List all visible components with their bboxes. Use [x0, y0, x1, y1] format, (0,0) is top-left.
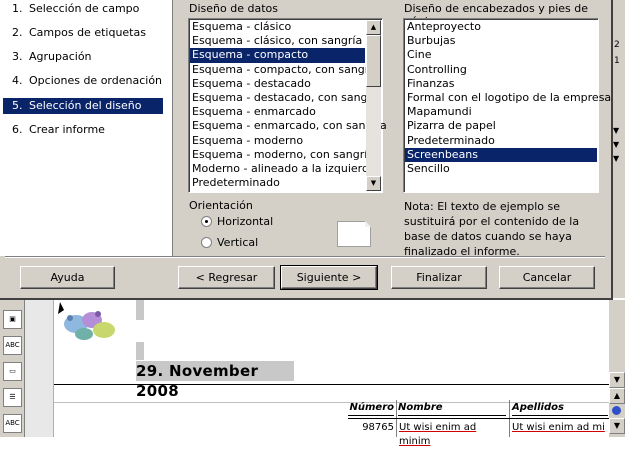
- step-label: Agrupación: [29, 50, 92, 63]
- data-layout-label: Diseño de datos: [189, 2, 278, 15]
- step-label: Opciones de ordenación: [29, 74, 163, 87]
- screenbeans-logo: [58, 302, 115, 340]
- orientation-horizontal-label[interactable]: Horizontal: [217, 215, 273, 228]
- chevron-down-icon[interactable]: ▼: [613, 154, 619, 163]
- list-control-icon[interactable]: ☰: [3, 388, 22, 407]
- data-layout-listbox[interactable]: Esquema - clásico Esquema - clásico, con…: [188, 18, 387, 193]
- list-item[interactable]: Pizarra de papel: [405, 119, 597, 133]
- section-marker: [136, 300, 144, 320]
- orientation-vertical-radio[interactable]: [201, 237, 212, 248]
- row-divider: [348, 418, 610, 419]
- wizard-step-2[interactable]: 2. Campos de etiquetas: [3, 25, 163, 41]
- orientation-horizontal-radio[interactable]: [201, 216, 212, 227]
- list-item[interactable]: Controlling: [405, 63, 597, 77]
- wizard-step-6[interactable]: 6. Crear informe: [3, 122, 163, 138]
- edge-digit: 1: [614, 56, 620, 66]
- text-field-icon[interactable]: ABC: [3, 414, 22, 433]
- wizard-step-4[interactable]: 4. Opciones de ordenación: [3, 73, 163, 89]
- step-number: 1.: [12, 2, 23, 15]
- cancel-button[interactable]: Cancelar: [499, 266, 595, 289]
- scroll-next-page-icon[interactable]: ▼: [609, 418, 625, 434]
- step-number: 6.: [12, 123, 23, 136]
- list-item[interactable]: Anteproyecto: [405, 20, 597, 34]
- list-item[interactable]: Esquema - clásico: [190, 20, 365, 34]
- step-number: 5.: [12, 99, 23, 112]
- image-control-icon[interactable]: ▣: [3, 310, 22, 329]
- list-item[interactable]: Esquema - enmarcado, con sangría: [190, 119, 387, 133]
- list-item[interactable]: Esquema - compacto, con sangría: [190, 63, 379, 77]
- column-header-nombre: Nombre: [398, 400, 506, 416]
- list-item[interactable]: Esquema - clásico, con sangría: [190, 34, 365, 48]
- list-item[interactable]: Predeterminado: [405, 134, 597, 148]
- scroll-up-arrow-icon[interactable]: ▲: [366, 20, 381, 35]
- wizard-step-1[interactable]: 1. Selección de campo: [3, 1, 163, 17]
- data-layout-scrollbar[interactable]: ▲ ▼: [366, 20, 381, 191]
- step-number: 2.: [12, 26, 23, 39]
- wizard-steps-panel: 1. Selección de campo 2. Campos de etiquet…: [0, 0, 173, 256]
- report-wizard-dialog: 1. Selección de campo 2. Campos de etiquet…: [0, 0, 613, 300]
- step-label: Campos de etiquetas: [29, 26, 146, 39]
- header-layout-items: Anteproyecto Burbujas Cine Controlling F…: [405, 20, 611, 176]
- orientation-label: Orientación: [189, 199, 253, 212]
- navigation-dot-icon[interactable]: [612, 406, 621, 415]
- cell-apellidos: Ut wisi enim ad mi: [512, 422, 605, 433]
- list-item[interactable]: Formal con el logotipo de la empresa: [405, 91, 611, 105]
- step-label: Crear informe: [29, 123, 105, 136]
- label-field-icon[interactable]: ABC: [3, 336, 22, 355]
- list-item-selected[interactable]: Esquema - compacto: [190, 48, 365, 63]
- edge-digit: 2: [614, 40, 620, 50]
- step-label: Selección del diseño: [29, 99, 142, 112]
- list-item-selected[interactable]: Screenbeans: [405, 147, 597, 162]
- wizard-step-3[interactable]: 3. Agrupación: [3, 49, 163, 65]
- list-item[interactable]: Moderno - alineado a la izquierda: [190, 162, 376, 176]
- help-button[interactable]: Ayuda: [20, 266, 115, 289]
- list-item[interactable]: Esquema - moderno, con sangría: [190, 148, 374, 162]
- list-item[interactable]: Esquema - destacado, con sangría: [190, 91, 382, 105]
- divider: [54, 384, 609, 385]
- scroll-down-arrow-icon[interactable]: ▼: [609, 372, 625, 388]
- dialog-separator: [5, 256, 605, 258]
- column-header-numero: Número: [348, 400, 394, 416]
- scroll-down-arrow-icon[interactable]: ▼: [366, 176, 381, 191]
- data-layout-items: Esquema - clásico Esquema - clásico, con…: [190, 20, 387, 190]
- cell-numero: 98765: [362, 422, 394, 433]
- section-marker: [136, 342, 144, 360]
- button-control-icon[interactable]: ▭: [3, 362, 22, 381]
- list-item[interactable]: Finanzas: [405, 77, 597, 91]
- column-header-apellidos: Apellidos: [512, 400, 608, 416]
- list-item[interactable]: Predeterminado: [190, 176, 365, 190]
- finish-button[interactable]: Finalizar: [391, 266, 487, 289]
- list-item[interactable]: Sencillo: [405, 162, 597, 176]
- list-item[interactable]: Esquema - destacado: [190, 77, 365, 91]
- scroll-thumb[interactable]: [366, 35, 381, 87]
- list-item[interactable]: Esquema - moderno: [190, 134, 365, 148]
- scroll-prev-page-icon[interactable]: ▲: [609, 388, 625, 404]
- vertical-scrollbar[interactable]: ▼ ▲ ▼: [609, 300, 625, 437]
- chevron-down-icon[interactable]: ▼: [613, 140, 619, 149]
- wizard-step-5[interactable]: 5. Selección del diseño: [3, 98, 163, 114]
- next-button[interactable]: Siguiente >: [280, 265, 378, 290]
- list-item[interactable]: Cine: [405, 48, 597, 62]
- sample-text-note: Nota: El texto de ejemplo se sustituirá …: [404, 200, 580, 258]
- chevron-down-icon[interactable]: ▼: [613, 126, 619, 135]
- background-window-edge: 2 1 ▼ ▼ ▼: [612, 0, 625, 298]
- header-layout-listbox[interactable]: Anteproyecto Burbujas Cine Controlling F…: [403, 18, 611, 193]
- vertical-ruler: [25, 300, 54, 437]
- back-button[interactable]: < Regresar: [178, 266, 275, 289]
- orientation-vertical-label[interactable]: Vertical: [217, 236, 258, 249]
- step-label: Selección de campo: [29, 2, 140, 15]
- step-number: 4.: [12, 74, 23, 87]
- list-item[interactable]: Esquema - enmarcado: [190, 105, 365, 119]
- list-item[interactable]: Mapamundi: [405, 105, 597, 119]
- step-number: 3.: [12, 50, 23, 63]
- form-controls-toolbar: ▣ ABC ▭ ☰ ABC: [0, 300, 25, 437]
- orientation-preview-icon: [337, 221, 371, 247]
- report-date: 29. November 2008: [136, 361, 294, 400]
- list-item[interactable]: Burbujas: [405, 34, 597, 48]
- cell-nombre: Ut wisi enim ad minim: [399, 422, 477, 447]
